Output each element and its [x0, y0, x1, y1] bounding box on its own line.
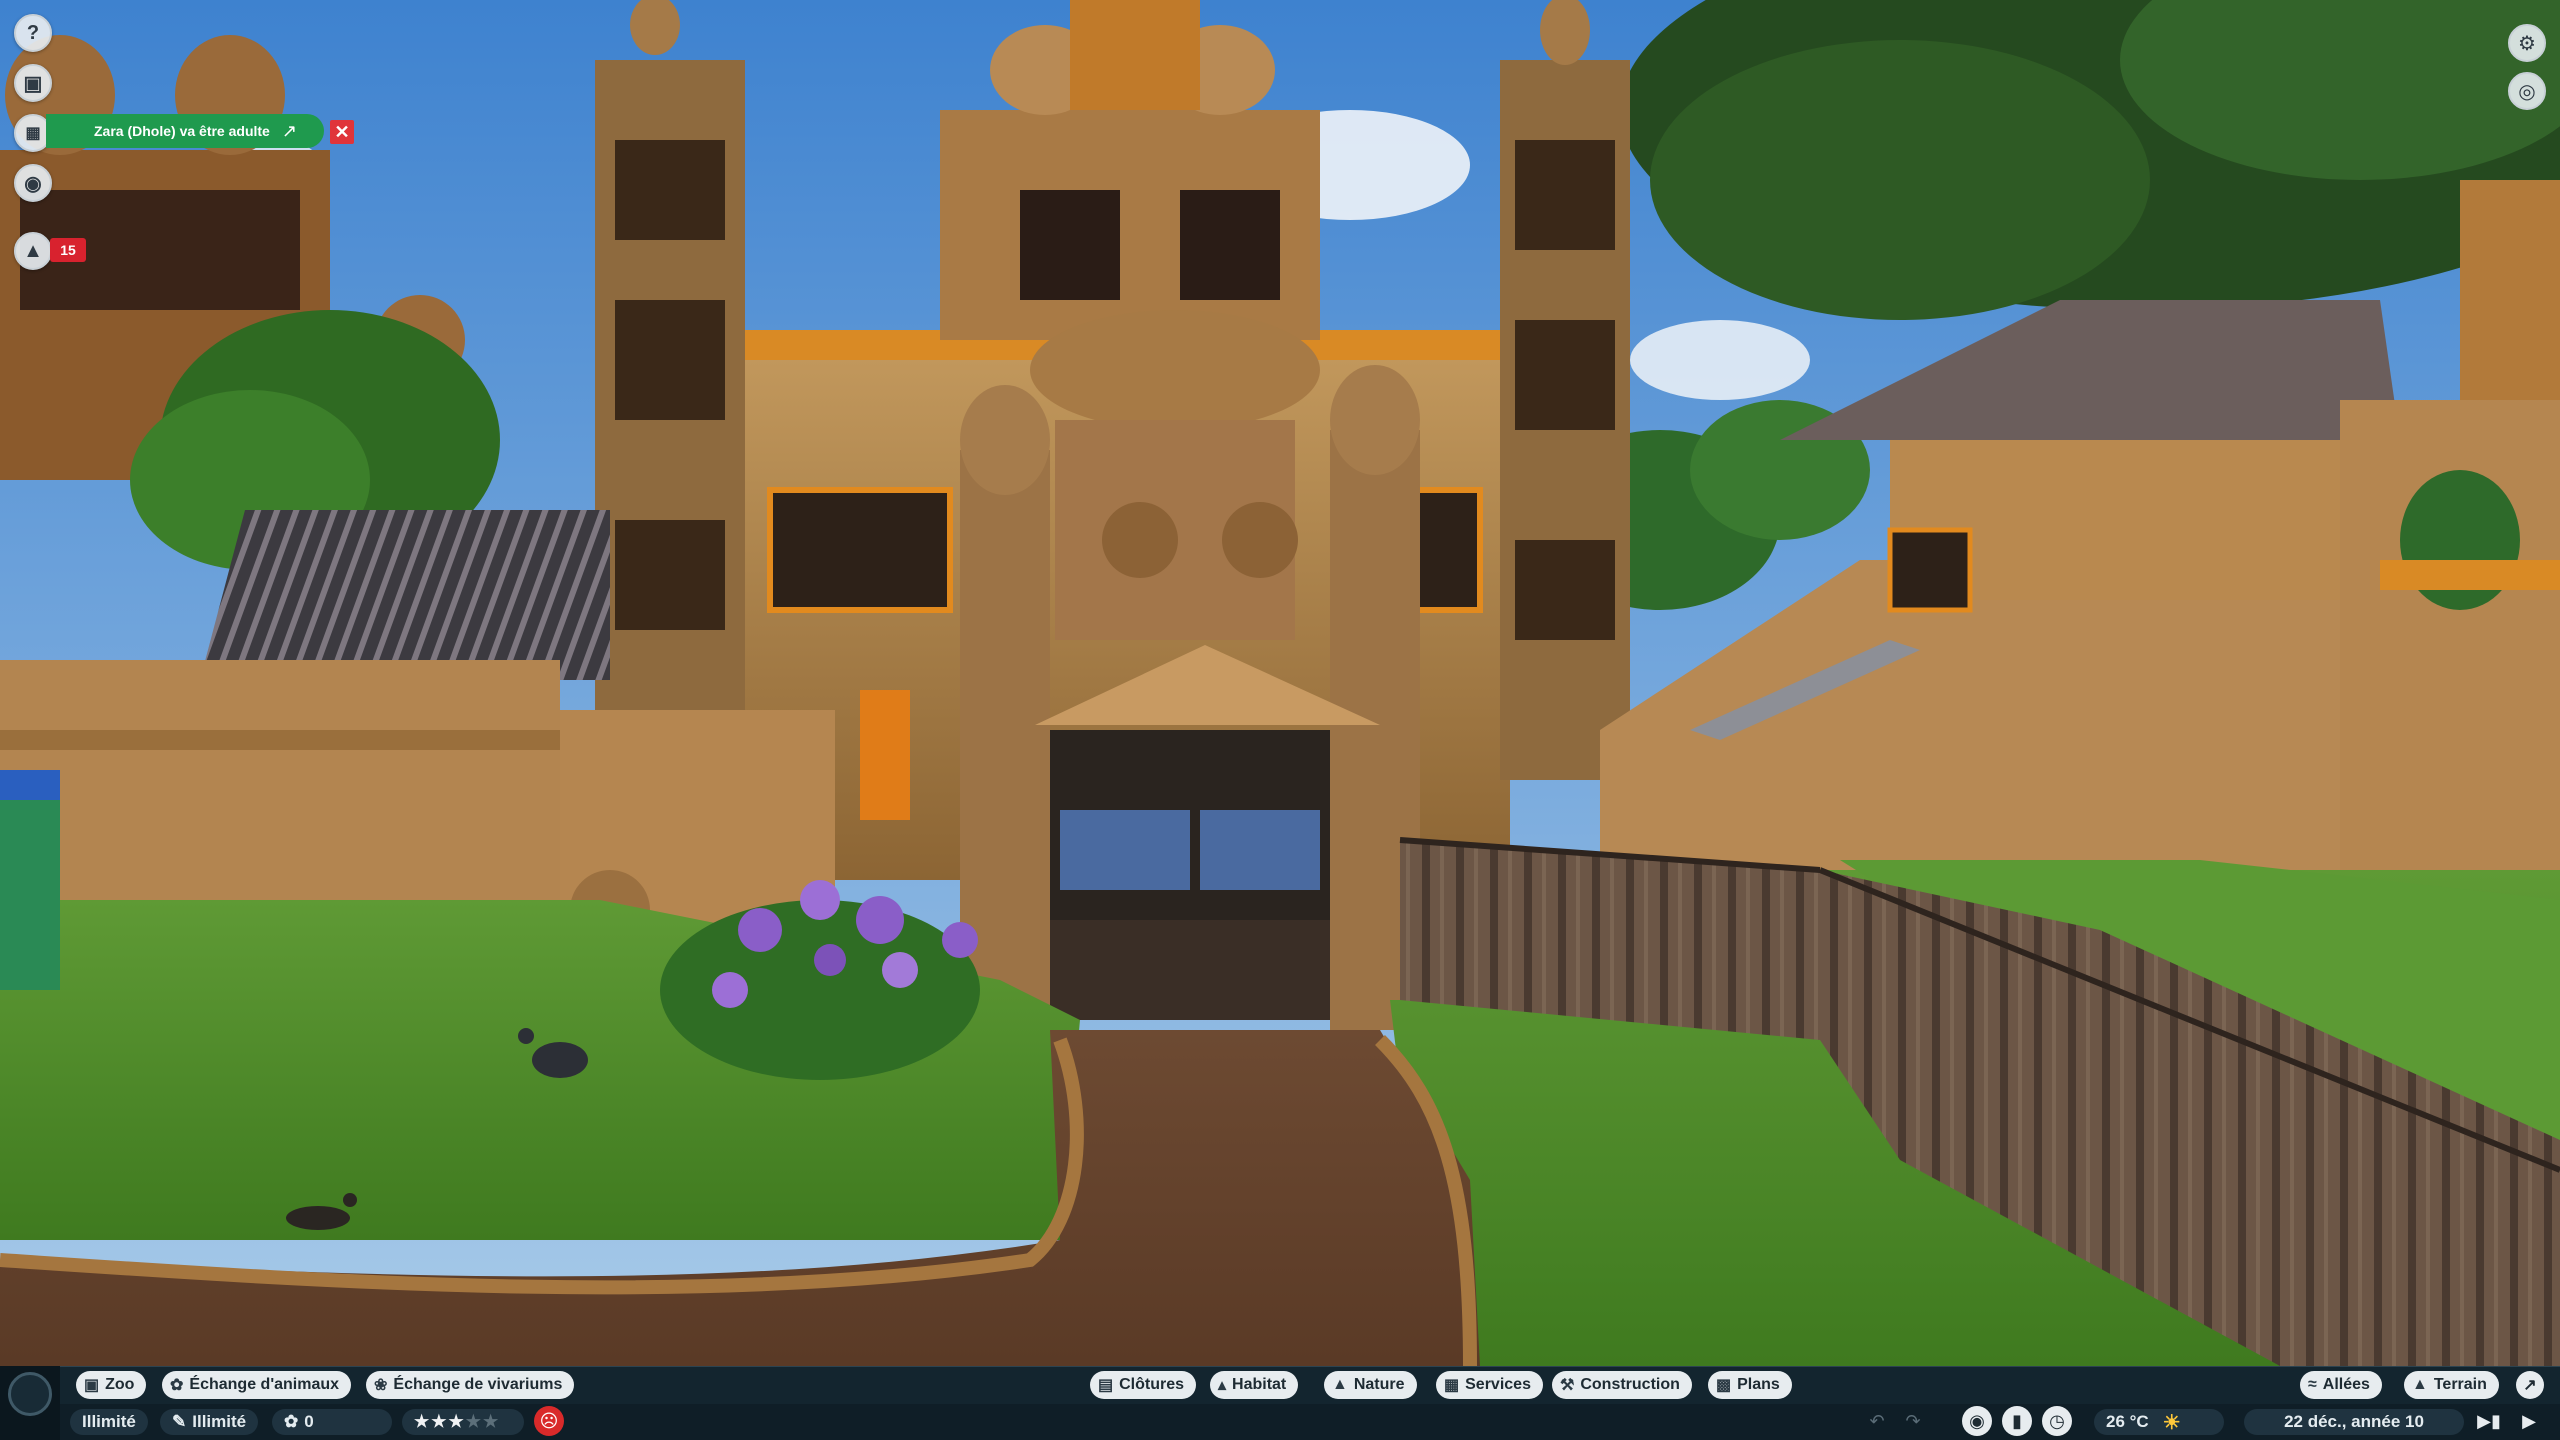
tab-paths[interactable]: ≈ Allées: [2300, 1371, 2382, 1399]
date-display: 22 déc., année 10: [2244, 1409, 2464, 1435]
menu-toggle-button[interactable]: [8, 1372, 52, 1416]
money-display[interactable]: Illimité: [70, 1409, 148, 1435]
tab-construction[interactable]: ⚒ Construction: [1552, 1371, 1692, 1399]
tab-services[interactable]: ▦ Services: [1436, 1371, 1543, 1399]
tree-icon: ▲: [1332, 1376, 1348, 1393]
animal-info-button[interactable]: ▣: [14, 64, 52, 102]
clock-icon: ◷: [2049, 1410, 2065, 1431]
path-icon: ≈: [2308, 1376, 2317, 1393]
undo-button[interactable]: ↶: [1862, 1406, 1892, 1436]
zoo-icon: ▣: [84, 1377, 100, 1394]
tab-terrain[interactable]: ▲ Terrain: [2404, 1371, 2499, 1399]
camera-button[interactable]: ◎: [2508, 72, 2546, 110]
tab-zoo-label: Zoo: [105, 1376, 135, 1393]
notification-close-button[interactable]: ✕: [330, 120, 354, 144]
animal-info-icon: ▣: [23, 72, 43, 95]
guest-mood-indicator[interactable]: ☹: [534, 1406, 564, 1436]
vision-button[interactable]: ◉: [14, 164, 52, 202]
settings-icon: ⚙: [2518, 32, 2536, 55]
conservation-value: 0: [304, 1412, 314, 1431]
tab-plans-label: Plans: [1737, 1376, 1780, 1393]
pause-icon: ▮: [2012, 1410, 2022, 1431]
undo-icon: ↶: [1869, 1410, 1885, 1431]
guests-icon: ▲: [23, 239, 43, 262]
temperature-display: 26 °C ☀: [2094, 1409, 2224, 1435]
notification-text: Zara (Dhole) va être adulte: [94, 123, 270, 139]
tab-terrain-label: Terrain: [2433, 1376, 2487, 1393]
camera-icon: ◎: [2518, 80, 2536, 103]
pause-button[interactable]: ▮: [2002, 1406, 2032, 1436]
habitat-icon: ▴: [1218, 1377, 1227, 1394]
star-filled-icon: ★: [448, 1412, 466, 1431]
bug-icon: ❀: [374, 1377, 388, 1394]
speed-button[interactable]: ◷: [2042, 1406, 2072, 1436]
tab-habitat[interactable]: ▴ Habitat: [1210, 1371, 1299, 1399]
tab-vivarium-exchange[interactable]: ❀ Échange de vivariums: [366, 1371, 575, 1399]
tab-plans[interactable]: ▩ Plans: [1708, 1371, 1792, 1399]
settings-button[interactable]: ⚙: [2508, 24, 2546, 62]
star-filled-icon: ★: [431, 1412, 449, 1431]
tab-paths-label: Allées: [2322, 1376, 2370, 1393]
date-value: 22 déc., année 10: [2284, 1412, 2424, 1431]
terrain-icon: ▲: [2412, 1376, 2428, 1393]
zoo-rating[interactable]: ★★★★★: [402, 1409, 524, 1435]
tab-animal-exchange-label: Échange d'animaux: [189, 1376, 340, 1393]
star-empty-icon: ★: [483, 1412, 501, 1431]
game-viewport[interactable]: [0, 0, 2560, 1366]
help-icon: ?: [26, 21, 40, 44]
redo-button[interactable]: ↷: [1898, 1406, 1928, 1436]
calendar-icon: ▦: [25, 125, 41, 142]
rating-stars: ★★★★★: [414, 1412, 500, 1432]
research-display[interactable]: ✎ Illimité: [160, 1409, 259, 1435]
sad-face-icon: ☹: [539, 1410, 559, 1431]
guest-count-badge: 15: [50, 238, 86, 262]
vision-icon: ◉: [24, 172, 42, 195]
camera-mode-icon: ◉: [1969, 1410, 1985, 1431]
shop-icon: ▦: [1444, 1377, 1460, 1394]
fast-forward-icon: ▶: [2522, 1410, 2536, 1431]
research-value: Illimité: [192, 1412, 247, 1431]
paw-icon: ✿: [170, 1377, 184, 1394]
tab-vivarium-exchange-label: Échange de vivariums: [393, 1376, 563, 1393]
play-speed-button[interactable]: ▶▮: [2474, 1406, 2504, 1436]
star-empty-icon: ★: [465, 1412, 483, 1431]
tab-nature-label: Nature: [1353, 1376, 1405, 1393]
tab-construction-label: Construction: [1580, 1376, 1680, 1393]
conservation-icon: ✿: [284, 1412, 299, 1431]
tab-nature[interactable]: ▲ Nature: [1324, 1371, 1417, 1399]
star-filled-icon: ★: [414, 1412, 432, 1431]
fence-icon: ▤: [1098, 1377, 1114, 1394]
tab-fences-label: Clôtures: [1119, 1376, 1185, 1393]
redo-icon: ↷: [1905, 1410, 1921, 1431]
zoo-scene: [0, 0, 2560, 1366]
guests-button[interactable]: ▲: [14, 232, 52, 270]
temperature-value: 26 °C: [2106, 1412, 2149, 1431]
photo-mode-button[interactable]: ◉: [1962, 1406, 1992, 1436]
blueprint-icon: ▩: [1716, 1377, 1732, 1394]
help-button[interactable]: ?: [14, 14, 52, 52]
money-value: Illimité: [82, 1412, 136, 1431]
external-link-icon[interactable]: ↗: [282, 121, 297, 142]
tab-services-label: Services: [1465, 1376, 1531, 1393]
conservation-display[interactable]: ✿ 0: [272, 1409, 392, 1435]
tab-zoo[interactable]: ▣ Zoo: [76, 1371, 147, 1399]
notification-banner[interactable]: Zara (Dhole) va être adulte ↗: [46, 114, 324, 148]
tab-fences[interactable]: ▤ Clôtures: [1090, 1371, 1197, 1399]
play-icon: ▶▮: [2477, 1410, 2501, 1431]
tab-habitat-label: Habitat: [1232, 1376, 1287, 1393]
tab-animal-exchange[interactable]: ✿ Échange d'animaux: [162, 1371, 352, 1399]
expand-toolbar-button[interactable]: ↗: [2516, 1371, 2544, 1399]
fast-forward-button[interactable]: ▶: [2514, 1406, 2544, 1436]
sun-icon: ☀: [2162, 1411, 2181, 1434]
build-icon: ⚒: [1560, 1377, 1575, 1394]
research-icon: ✎: [172, 1412, 187, 1431]
expand-icon: ↗: [2523, 1377, 2537, 1394]
